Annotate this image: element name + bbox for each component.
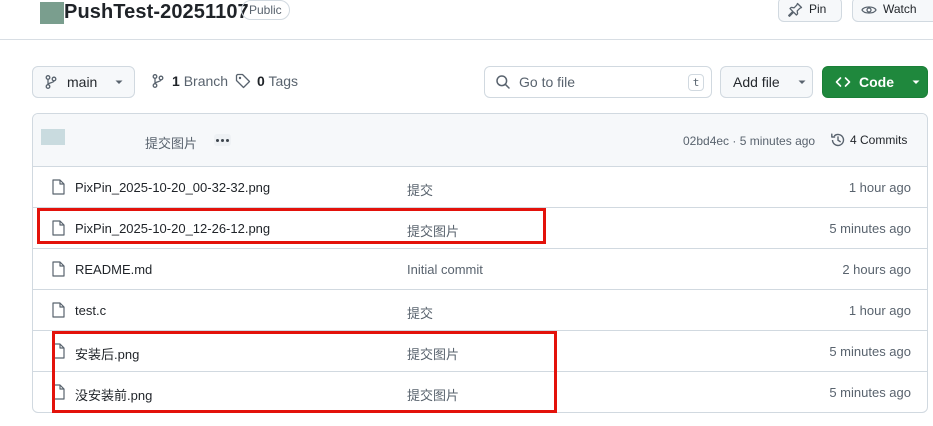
code-label: Code [859, 74, 894, 90]
file-commit-age: 2 hours ago [842, 262, 911, 277]
latest-commit-hash-time[interactable]: 02bd4ec · 5 minutes ago [683, 134, 815, 148]
annotation-highlight-box [52, 331, 557, 413]
file-icon [52, 179, 65, 195]
pin-label: Pin [809, 2, 827, 16]
file-icon [52, 302, 65, 318]
add-file-label: Add file [733, 74, 780, 90]
file-name-link[interactable]: PixPin_2025-10-20_00-32-32.png [75, 180, 270, 195]
visibility-badge: Public [241, 0, 290, 20]
pin-icon [788, 2, 803, 17]
chevron-down-icon [798, 80, 806, 84]
file-name-link[interactable]: test.c [75, 303, 106, 318]
repo-owner-avatar[interactable] [40, 2, 64, 24]
history-icon [831, 133, 845, 147]
file-commit-message[interactable]: 提交 [407, 180, 433, 199]
file-commit-age: 1 hour ago [848, 180, 911, 195]
table-row: PixPin_2025-10-20_00-32-32.png 提交 1 hour… [33, 167, 927, 208]
eye-icon [861, 5, 877, 14]
tags-link[interactable]: 0 Tags [235, 73, 298, 89]
commits-count: 4 Commits [850, 133, 908, 147]
watch-button[interactable]: Watch [852, 0, 933, 22]
repo-title[interactable]: PushTest-20251107 [64, 0, 249, 24]
file-commit-age: 1 hour ago [848, 303, 911, 318]
branch-count-label: Branch [183, 73, 229, 89]
tag-icon [235, 73, 251, 89]
chevron-down-icon [912, 80, 920, 84]
file-commit-age: 5 minutes ago [829, 385, 911, 400]
file-icon [52, 261, 65, 277]
commits-history-link[interactable]: 4 Commits [830, 132, 907, 148]
branch-select-button[interactable]: main [32, 66, 135, 98]
search-input[interactable] [519, 74, 679, 90]
latest-commit-message[interactable]: 提交图片 [145, 133, 197, 152]
file-commit-message[interactable]: 提交 [407, 303, 433, 322]
tag-count: 0 [257, 73, 265, 89]
file-commit-age: 5 minutes ago [829, 344, 911, 359]
watch-label: Watch [883, 2, 917, 16]
search-icon [496, 75, 510, 89]
table-row: test.c 提交 1 hour ago [33, 290, 927, 331]
branch-icon [152, 74, 164, 88]
repo-header: PushTest-20251107 Public Pin Watch [0, 0, 933, 40]
code-icon [835, 77, 851, 87]
chevron-down-icon [115, 80, 123, 84]
file-commit-message[interactable]: Initial commit [407, 262, 483, 277]
go-to-file-search[interactable]: t [484, 66, 712, 98]
search-shortcut-hint: t [688, 74, 704, 91]
pin-button[interactable]: Pin [778, 0, 842, 22]
commit-details-toggle[interactable] [214, 134, 231, 146]
code-button[interactable]: Code [822, 66, 928, 98]
annotation-highlight-box [37, 208, 546, 244]
tag-count-label: Tags [268, 73, 299, 89]
latest-commit-bar: 提交图片 02bd4ec · 5 minutes ago 4 Commits [33, 114, 927, 167]
table-row: README.md Initial commit 2 hours ago [33, 249, 927, 290]
branch-icon [45, 75, 57, 89]
file-name-link[interactable]: README.md [75, 262, 152, 277]
branch-count: 1 [172, 73, 180, 89]
branch-name: main [67, 74, 98, 90]
file-commit-age: 5 minutes ago [829, 221, 911, 236]
add-file-button[interactable]: Add file [720, 66, 813, 98]
commit-author-avatar[interactable] [41, 129, 65, 145]
branches-link[interactable]: 1 Branch [150, 73, 228, 89]
